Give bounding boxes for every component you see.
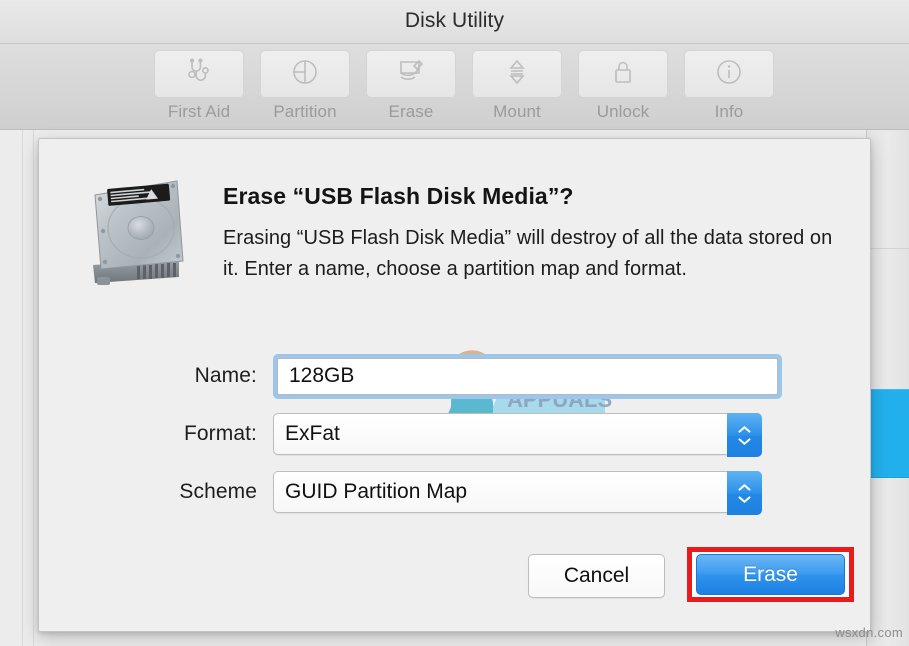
toolbar-label: Mount	[493, 102, 541, 121]
toolbar-item-first-aid[interactable]: First Aid	[154, 50, 244, 122]
window-titlebar: Disk Utility	[0, 0, 909, 44]
eject-icon	[502, 57, 532, 92]
format-row: Format: ExFat	[39, 410, 872, 458]
chevron-up-icon	[738, 425, 751, 433]
toolbar-item-mount[interactable]: Mount	[472, 50, 562, 122]
background-divider	[33, 130, 34, 646]
toolbar-label: Erase	[388, 102, 434, 121]
chevron-down-icon	[738, 495, 751, 503]
mount-button[interactable]	[472, 50, 562, 98]
toolbar: First Aid Partition Erase Mount Unlock I…	[0, 44, 909, 130]
unlock-button[interactable]	[578, 50, 668, 98]
format-label: Format:	[183, 422, 257, 445]
partition-button[interactable]	[260, 50, 350, 98]
scheme-label: Scheme	[179, 480, 257, 503]
toolbar-label: Unlock	[596, 102, 650, 121]
scheme-value: GUID Partition Map	[285, 480, 468, 503]
window-title: Disk Utility	[404, 9, 505, 32]
pie-chart-icon	[290, 57, 320, 92]
source-watermark: wsxdn.com	[835, 625, 903, 640]
toolbar-item-partition[interactable]: Partition	[260, 50, 350, 122]
info-button[interactable]	[684, 50, 774, 98]
background-divider	[22, 130, 23, 646]
erase-confirm-button[interactable]: Erase	[696, 554, 845, 595]
disk-utility-window: Disk Utility First Aid Partition Erase M…	[0, 0, 909, 646]
eraser-icon	[396, 57, 426, 92]
lock-icon	[608, 57, 638, 92]
dialog-heading: Erase “USB Flash Disk Media”?	[223, 183, 574, 209]
name-label: Name:	[194, 364, 257, 387]
erase-dialog: Erase “USB Flash Disk Media”? Erasing “U…	[38, 138, 871, 632]
format-value: ExFat	[285, 422, 340, 445]
hard-disk-icon	[81, 173, 189, 295]
erase-button[interactable]	[366, 50, 456, 98]
name-field-focus-ring: 128GB	[273, 353, 782, 399]
scheme-stepper[interactable]	[727, 471, 762, 515]
dialog-body-text: Erasing “USB Flash Disk Media” will dest…	[223, 227, 833, 280]
chevron-up-icon	[738, 483, 751, 491]
name-row: Name: 128GB	[39, 352, 872, 400]
name-input[interactable]: 128GB	[277, 357, 778, 395]
info-icon	[714, 57, 744, 92]
toolbar-item-unlock[interactable]: Unlock	[578, 50, 668, 122]
list-item-selected[interactable]	[867, 389, 909, 478]
toolbar-item-info[interactable]: Info	[684, 50, 774, 122]
toolbar-label: Partition	[273, 102, 337, 121]
chevron-down-icon	[738, 437, 751, 445]
stethoscope-icon	[184, 57, 214, 92]
toolbar-label: Info	[714, 102, 744, 121]
cancel-button[interactable]: Cancel	[528, 554, 665, 598]
toolbar-buttons: First Aid Partition Erase Mount Unlock I…	[154, 50, 774, 122]
toolbar-item-erase[interactable]: Erase	[366, 50, 456, 122]
toolbar-label: First Aid	[167, 102, 231, 121]
first-aid-button[interactable]	[154, 50, 244, 98]
list-row-separator	[867, 248, 909, 249]
format-stepper[interactable]	[727, 413, 762, 457]
disk-list-panel[interactable]	[866, 130, 909, 646]
format-select[interactable]: ExFat	[273, 413, 762, 457]
scheme-select[interactable]: GUID Partition Map	[273, 471, 762, 515]
scheme-row: Scheme GUID Partition Map	[39, 468, 872, 516]
